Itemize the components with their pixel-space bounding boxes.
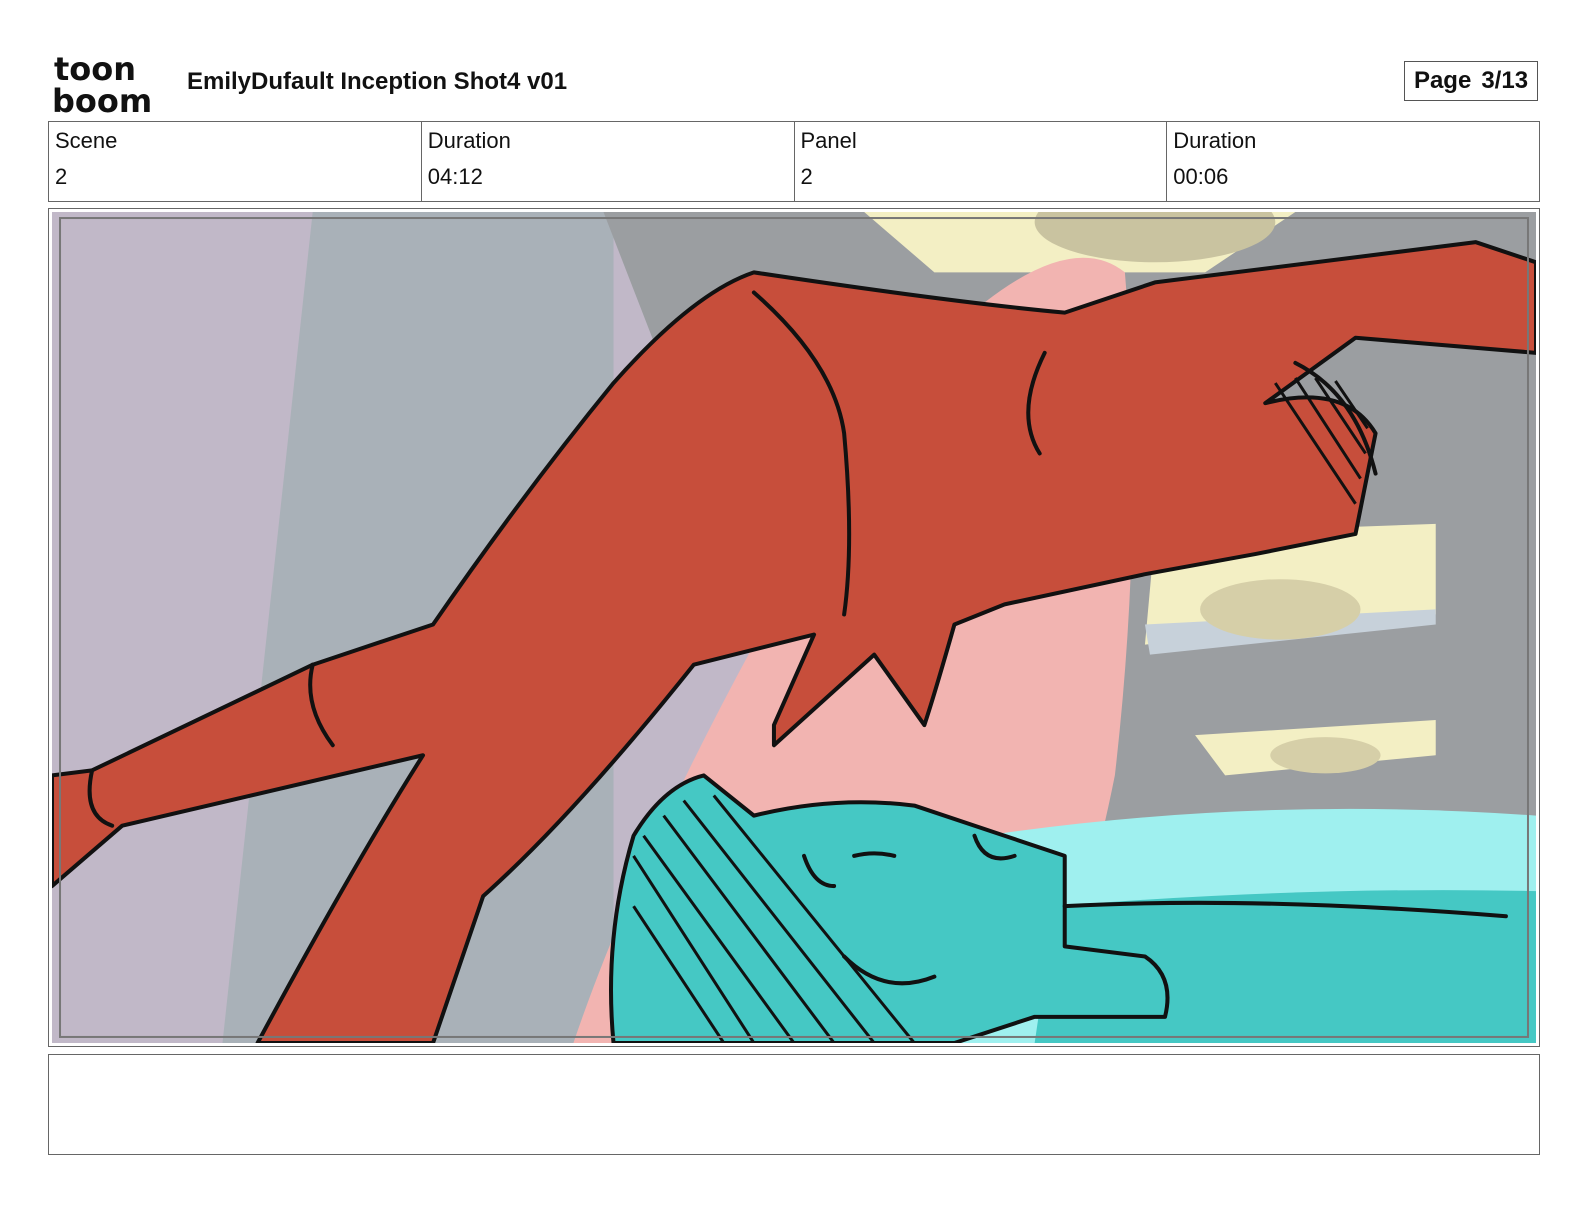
panel-label: Panel	[800, 128, 857, 153]
panel-duration-value: 00:06	[1173, 164, 1229, 189]
storyboard-header: toon boom EmilyDufault Inception Shot4 v…	[48, 48, 1538, 118]
scene-label: Scene	[55, 128, 118, 153]
panel-cell: Panel 2	[795, 122, 1168, 201]
panel-duration-cell: Duration 00:06	[1167, 122, 1539, 201]
page-label: Page	[1413, 67, 1472, 94]
storyboard-panel	[48, 208, 1540, 1047]
panel-duration-label: Duration	[1173, 128, 1257, 153]
page-number: 3/13	[1481, 67, 1529, 94]
page-indicator: Page 3/13	[1404, 61, 1538, 101]
scene-value: 2	[55, 164, 68, 189]
panel-notes	[48, 1054, 1540, 1155]
scene-duration-value: 04:12	[427, 164, 483, 189]
panel-artwork	[52, 212, 1536, 1043]
panel-value: 2	[800, 164, 813, 189]
scene-cell: Scene 2	[49, 122, 422, 201]
scene-duration-label: Duration	[427, 128, 511, 153]
document-title: EmilyDufault Inception Shot4 v01	[187, 68, 568, 95]
shot-info-table: Scene 2 Duration 04:12 Panel 2 Duration …	[48, 121, 1540, 202]
toon-boom-logo: toon boom	[52, 52, 152, 114]
logo-line-2: boom	[52, 82, 152, 114]
scene-duration-cell: Duration 04:12	[422, 122, 795, 201]
